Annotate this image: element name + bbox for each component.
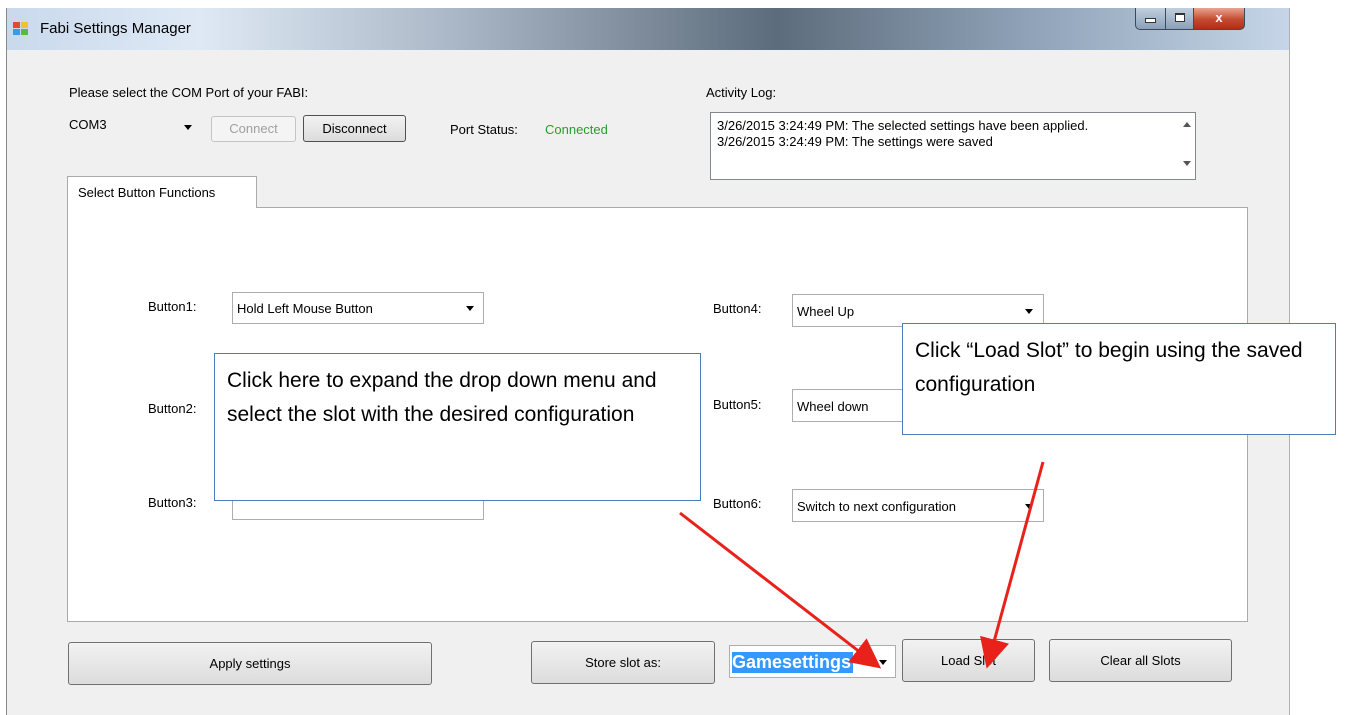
log-line: 3/26/2015 3:24:49 PM: The settings were … [717, 134, 993, 149]
apply-settings-button[interactable]: Apply settings [68, 642, 432, 685]
disconnect-label: Disconnect [322, 121, 387, 136]
chevron-down-icon [1025, 504, 1033, 509]
button5-value: Wheel down [797, 399, 869, 414]
button1-value: Hold Left Mouse Button [237, 301, 373, 316]
com-port-prompt: Please select the COM Port of your FABI: [69, 85, 309, 100]
activity-log-label: Activity Log: [706, 85, 777, 100]
title-bar[interactable]: Fabi Settings Manager x [7, 8, 1289, 50]
chevron-down-icon [879, 660, 887, 665]
button5-label: Button5: [713, 397, 762, 412]
slot-name-value: Gamesettings [732, 652, 854, 673]
log-line: 3/26/2015 3:24:49 PM: The selected setti… [717, 118, 1089, 133]
button6-value: Switch to next configuration [797, 499, 956, 514]
maximize-button[interactable] [1165, 8, 1194, 30]
button6-label: Button6: [713, 496, 762, 511]
button4-value: Wheel Up [797, 304, 855, 319]
clear-all-slots-label: Clear all Slots [1100, 653, 1181, 668]
tab-label: Select Button Functions [78, 185, 216, 200]
slot-name-select[interactable]: Gamesettings [729, 645, 896, 678]
maximize-icon [1174, 13, 1185, 22]
store-slot-button[interactable]: Store slot as: [531, 641, 715, 684]
com-port-value: COM3 [69, 117, 107, 132]
load-slot-label: Load Slot [941, 653, 996, 668]
port-status-label: Port Status: [450, 122, 518, 137]
scroll-down-icon [1183, 161, 1191, 166]
chevron-down-icon [1025, 309, 1033, 314]
store-slot-label: Store slot as: [585, 655, 661, 670]
connect-button[interactable]: Connect [211, 116, 296, 142]
chevron-down-icon [466, 306, 474, 311]
button6-select[interactable]: Switch to next configuration [792, 489, 1044, 522]
button2-label: Button2: [148, 401, 197, 416]
callout-load-slot: Click “Load Slot” to begin using the sav… [902, 323, 1336, 435]
button3-label: Button3: [148, 495, 197, 510]
load-slot-button[interactable]: Load Slot [902, 639, 1035, 682]
window-title: Fabi Settings Manager [40, 20, 191, 37]
callout-select-slot: Click here to expand the drop down menu … [214, 353, 701, 501]
connect-label: Connect [229, 121, 278, 136]
apply-settings-label: Apply settings [209, 656, 291, 671]
com-port-select[interactable]: COM3 [65, 113, 202, 139]
disconnect-button[interactable]: Disconnect [303, 115, 406, 142]
app-icon [13, 22, 29, 36]
close-button[interactable]: x [1193, 8, 1245, 30]
button4-label: Button4: [713, 301, 762, 316]
button1-select[interactable]: Hold Left Mouse Button [232, 292, 484, 324]
tab-select-button-functions[interactable]: Select Button Functions [67, 176, 257, 208]
minimize-icon [1145, 18, 1156, 23]
activity-log-box[interactable]: 3/26/2015 3:24:49 PM: The selected setti… [710, 112, 1196, 180]
port-status-value: Connected [545, 122, 608, 137]
chevron-down-icon [184, 125, 192, 130]
button1-label: Button1: [148, 299, 197, 314]
clear-all-slots-button[interactable]: Clear all Slots [1049, 639, 1232, 682]
log-scrollbar[interactable] [1178, 113, 1195, 179]
scroll-up-icon [1183, 122, 1191, 127]
close-icon: x [1215, 10, 1223, 25]
minimize-button[interactable] [1135, 8, 1166, 30]
